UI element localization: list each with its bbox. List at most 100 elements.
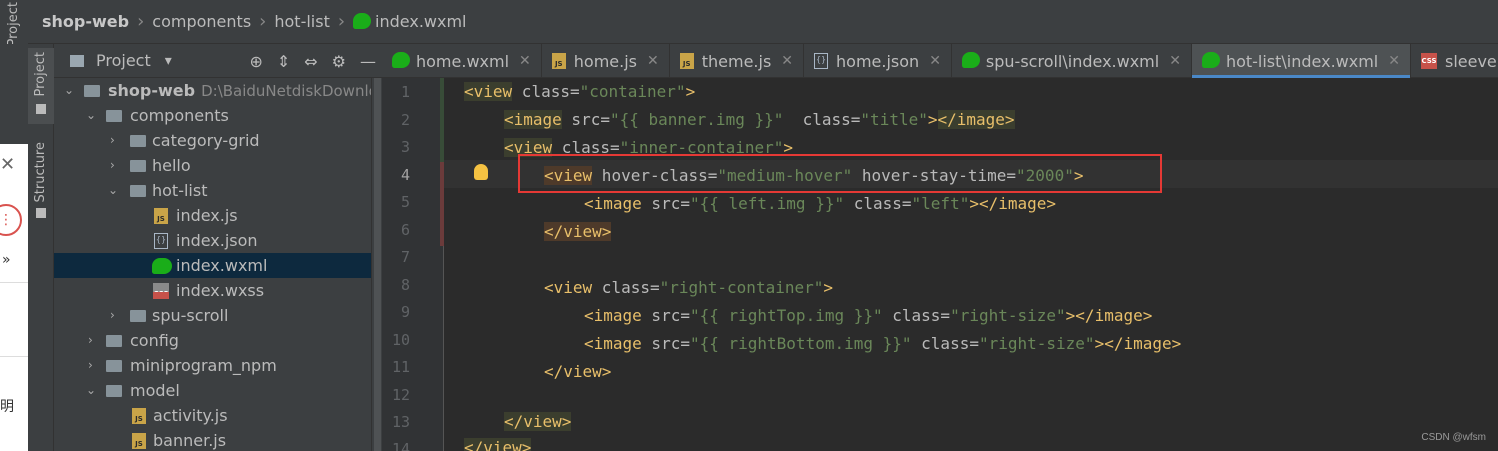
code-line-1: <view class="container"> [464,78,695,106]
tree-item-label: config [130,331,179,350]
expanded-arrow-icon[interactable]: ⌄ [64,78,76,103]
line-number: 3 [400,138,410,156]
expanded-arrow-icon[interactable]: ⌄ [86,103,98,128]
code-token: src= [641,306,690,325]
folder-icon [106,110,122,122]
tree-item-shop-web-label: shop-web [108,81,196,100]
collapsed-arrow-icon[interactable]: › [88,328,100,353]
code-token: src= [641,194,690,213]
code-line-13: </view> [504,408,572,436]
divider [0,282,28,283]
code-token: <image [504,110,562,129]
hide-icon[interactable]: — [360,52,376,71]
tree-item-components[interactable]: ⌄ components [54,103,382,128]
tree-item-miniprogram-npm[interactable]: › miniprogram_npm [54,353,382,378]
code-token: </view> [544,222,612,241]
tree-item-index-json[interactable]: {} index.json [54,228,382,253]
side-tab-project-label[interactable]: Project [33,52,48,96]
expanded-arrow-icon[interactable]: ⌄ [108,178,120,203]
side-tab-project-top[interactable]: Project [6,2,21,46]
collapsed-arrow-icon[interactable]: › [88,353,100,378]
code-token: "{{ banner.img }}" [609,110,784,129]
js-file-icon: JS [132,433,146,449]
tree-scrollbar[interactable] [371,78,382,451]
gear-icon[interactable]: ⚙ [332,52,346,71]
tree-item-index-js[interactable]: JS index.js [54,203,382,228]
tree-item-spu-scroll[interactable]: › spu-scroll [54,303,382,328]
line-number: 10 [391,331,410,349]
line-number: 13 [391,413,410,431]
breadcrumb-item-index-wxml[interactable]: index.wxml [375,12,466,31]
tree-item-shop-web[interactable]: ⌄ shop-web D:\BaiduNetdiskDownload [54,78,382,103]
close-icon[interactable]: ✕ [781,53,793,69]
locate-icon[interactable]: ⊕ [249,52,262,71]
code-token: "container" [579,82,686,101]
close-icon[interactable]: ✕ [1169,53,1181,69]
side-tab-structure-label[interactable]: Structure [33,142,48,202]
js-file-icon: JS [132,408,146,424]
tab-spu-scroll-index-wxml[interactable]: spu-scroll\index.wxml ✕ [952,44,1192,78]
tab-home-json[interactable]: {} home.json ✕ [804,44,952,78]
code-token: </image> [1104,334,1182,353]
code-token: "{{ rightBottom.img }}" [689,334,912,353]
collapsed-arrow-icon[interactable]: › [110,303,122,328]
project-panel-header: Project ▾ ⊕ ⇕ ⇔ ⚙ — [54,44,382,78]
tree-item-label: index.wxml [176,256,268,275]
expanded-arrow-icon[interactable]: ⌄ [86,378,98,403]
code-token: > [969,194,979,213]
close-icon[interactable]: ✕ [929,53,941,69]
tab-home-wxml[interactable]: home.wxml ✕ [382,44,542,78]
folder-icon [130,160,146,172]
tree-item-label: shop-web D:\BaiduNetdiskDownload [108,78,382,104]
collapsed-arrow-icon[interactable]: › [110,153,122,178]
tab-label: hot-list\index.wxml [1225,51,1379,71]
tab-sleeve-wxss[interactable]: CSS sleeve.wxss ✕ [1411,44,1498,78]
breadcrumb-item-shop-web[interactable]: shop-web [42,12,129,31]
code-line-10: <image src="{{ rightBottom.img }}" class… [584,330,1181,358]
close-icon[interactable]: ✕ [647,53,659,69]
tree-item-hot-list[interactable]: ⌄ hot-list [54,178,382,203]
breadcrumb-item-hot-list[interactable]: hot-list [274,12,329,31]
tab-label: home.js [573,51,637,71]
divider [0,356,28,357]
css-file-icon: CSS [1420,53,1437,69]
tab-hot-list-index-wxml[interactable]: hot-list\index.wxml ✕ [1191,44,1411,78]
tree-item-label: miniprogram_npm [130,356,277,375]
collapse-all-icon[interactable]: ⇔ [304,52,317,71]
editor-tabs: home.wxml ✕ JS home.js ✕ JS theme.js ✕ {… [382,44,1498,78]
tree-item-label: index.wxss [176,281,265,300]
chevron-down-icon[interactable]: ▾ [165,53,172,69]
breadcrumb-item-components[interactable]: components [152,12,251,31]
collapsed-arrow-icon[interactable]: › [110,128,122,153]
tree-item-banner-js[interactable]: JS banner.js [54,428,382,451]
close-icon[interactable]: ✕ [1388,53,1400,69]
tree-item-label: hot-list [152,181,208,200]
js-file-icon: JS [551,53,566,69]
line-number: 9 [400,303,410,321]
folder-icon [106,335,122,347]
code-editor[interactable]: <view class="container"> <image src="{{ … [444,78,1498,451]
lightbulb-icon[interactable] [474,164,488,180]
close-icon[interactable]: ✕ [0,154,15,175]
tree-item-category-grid[interactable]: › category-grid [54,128,382,153]
structure-icon [36,208,46,218]
tree-item-activity-js[interactable]: JS activity.js [54,403,382,428]
tab-home-js[interactable]: JS home.js ✕ [542,44,670,78]
scrollbar-thumb[interactable] [374,78,381,451]
close-icon[interactable]: ✕ [519,53,531,69]
project-panel-title[interactable]: Project [96,51,151,70]
tree-item-index-wxml[interactable]: index.wxml [54,253,382,278]
tree-item-model[interactable]: ⌄ model [54,378,382,403]
tab-theme-js[interactable]: JS theme.js ✕ [670,44,805,78]
code-token: > [1094,334,1105,353]
tree-item-label: index.js [176,206,238,225]
expand-all-icon[interactable]: ⇕ [277,52,290,71]
tree-item-hello[interactable]: › hello [54,153,382,178]
tree-item-label: hello [152,156,191,175]
tree-item-index-wxss[interactable]: CSS index.wxss [54,278,382,303]
line-number: 1 [400,83,410,101]
expand-icon[interactable]: » [2,252,11,268]
left-overlay-strip: ✕ ⋮ » 明 [0,44,28,451]
popup-text: 明 [0,399,14,415]
tree-item-config[interactable]: › config [54,328,382,353]
